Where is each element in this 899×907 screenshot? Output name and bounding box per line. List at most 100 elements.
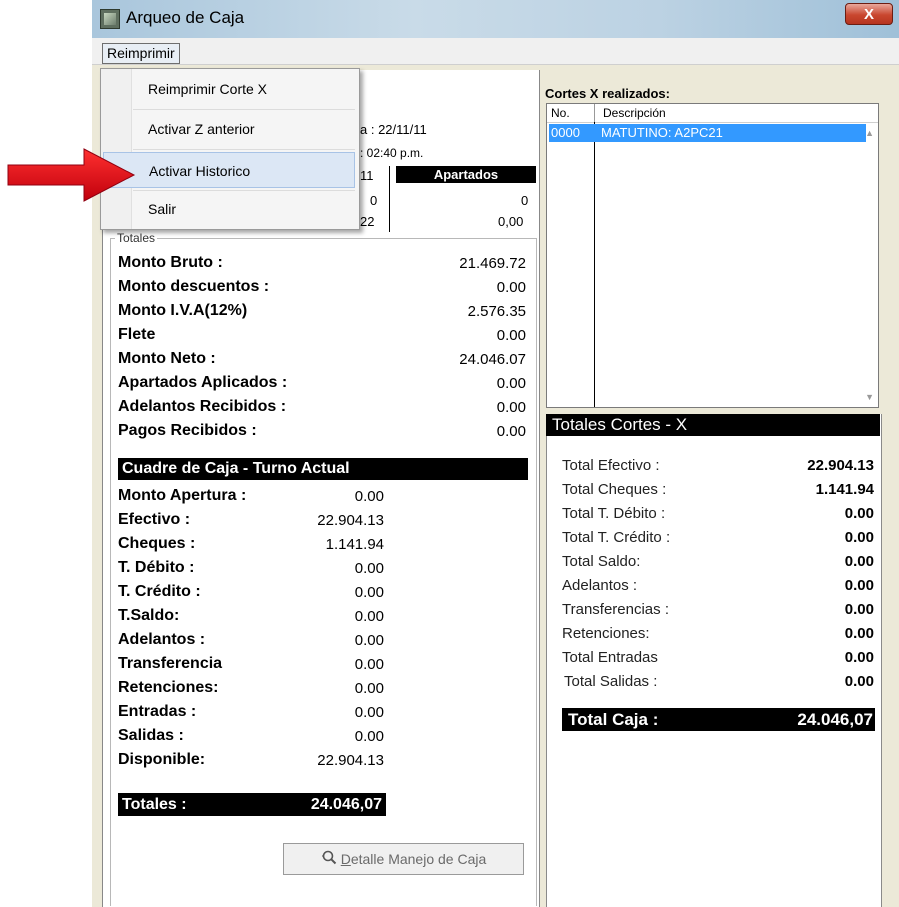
totales-cortes-header: Totales Cortes - X xyxy=(546,414,880,436)
cuadre-totales-value: 24.046,07 xyxy=(310,796,382,813)
cuadre-row: Disponible: xyxy=(118,751,206,768)
tc-label: Transferencias : xyxy=(562,601,669,618)
tc-value: 0.00 xyxy=(844,673,874,690)
col-descripcion[interactable]: Descripción xyxy=(603,106,666,120)
cuadre-row: Cheques : xyxy=(118,535,196,552)
cuadre-row: Efectivo : xyxy=(118,511,191,528)
menu-item-salir[interactable]: Salir xyxy=(103,191,355,227)
totales-value: 0.00 xyxy=(496,327,526,344)
cuadre-value: 0.00 xyxy=(354,584,384,601)
total-caja-value: 24.046,07 xyxy=(797,710,873,729)
row-descripcion: MATUTINO: A2PC21 xyxy=(601,125,723,140)
totales-value: 2.576.35 xyxy=(467,303,526,320)
red-pointer-arrow-icon xyxy=(7,148,136,202)
detalle-label: etalle Manejo de Caja xyxy=(350,851,487,867)
tc-value: 0.00 xyxy=(844,553,874,570)
cuadre-row: Transferencia xyxy=(118,655,223,672)
cuadre-row: T.Saldo: xyxy=(118,607,180,624)
tc-label: Total T. Débito : xyxy=(562,505,666,522)
cuadre-totales-bar: Totales : 24.046,07 xyxy=(118,793,386,816)
close-button[interactable]: X xyxy=(845,3,893,25)
tc-label: Total Entradas xyxy=(562,649,658,666)
cuadre-row: Salidas : xyxy=(118,727,184,744)
detalle-manejo-caja-button[interactable]: Detalle Manejo de Caja xyxy=(283,843,524,875)
cuadre-value: 1.141.94 xyxy=(325,536,384,553)
menu-item-activar-z-anterior[interactable]: Activar Z anterior xyxy=(103,111,355,147)
menu-item-activar-historico[interactable]: Activar Historico xyxy=(103,152,355,188)
column-divider xyxy=(389,166,390,232)
hora-text: : 02:40 p.m. xyxy=(360,146,424,160)
tc-label: Total T. Crédito : xyxy=(562,529,671,546)
cuadre-row: T. Débito : xyxy=(118,559,195,576)
cuadre-header: Cuadre de Caja - Turno Actual xyxy=(118,458,528,480)
title-bar: Arqueo de Caja X xyxy=(92,0,899,38)
totales-legend: Totales xyxy=(115,231,158,245)
fecha-text: a : 22/11/11 xyxy=(360,122,427,137)
magnifier-icon xyxy=(321,845,337,875)
list-item[interactable]: 0000 MATUTINO: A2PC21 xyxy=(549,124,866,142)
scroll-down-icon[interactable]: ▼ xyxy=(865,392,874,402)
totales-value: 0.00 xyxy=(496,423,526,440)
tc-label: Total Salidas : xyxy=(564,673,658,690)
row-fragment-2: 22 xyxy=(360,214,375,229)
cuadre-value: 0.00 xyxy=(354,680,384,697)
total-caja-label: Total Caja : xyxy=(568,710,659,729)
cuadre-value: 0.00 xyxy=(354,560,384,577)
tc-value: 0.00 xyxy=(844,649,874,666)
totales-value: 0.00 xyxy=(496,399,526,416)
menu-separator xyxy=(133,149,355,150)
cuadre-value: 0.00 xyxy=(354,656,384,673)
cuadre-value: 0.00 xyxy=(354,704,384,721)
totales-row: Flete xyxy=(118,326,156,343)
apartados-count: 0 xyxy=(521,193,529,208)
tc-label: Total Cheques : xyxy=(562,481,667,498)
tc-value: 1.141.94 xyxy=(815,481,874,498)
tc-label: Adelantos : xyxy=(562,577,638,594)
tc-label: Total Saldo: xyxy=(562,553,641,570)
col-no[interactable]: No. xyxy=(551,106,570,120)
tc-label: Retenciones: xyxy=(562,625,650,642)
totales-value: 24.046.07 xyxy=(459,351,526,368)
apartados-amount: 0,00 xyxy=(498,214,524,229)
cuadre-value: 0.00 xyxy=(354,632,384,649)
totales-row: Monto Bruto : xyxy=(118,254,223,271)
totales-row: Monto Neto : xyxy=(118,350,216,367)
window-title: Arqueo de Caja xyxy=(126,8,245,27)
cuadre-value: 0.00 xyxy=(354,608,384,625)
totales-row: Apartados Aplicados : xyxy=(118,374,288,391)
app-icon xyxy=(100,9,120,29)
cuadre-value: 0.00 xyxy=(354,488,384,505)
apartados-header: Apartados xyxy=(396,166,536,183)
cuadre-row: Monto Apertura : xyxy=(118,487,247,504)
scroll-up-icon[interactable]: ▲ xyxy=(865,128,874,138)
menu-separator xyxy=(133,109,355,110)
column-fragment: 11 xyxy=(360,168,374,183)
listview-header: No. Descripción xyxy=(547,104,878,123)
tc-value: 22.904.13 xyxy=(807,457,874,474)
menu-reimprimir[interactable]: Reimprimir xyxy=(102,43,180,64)
cortes-title: Cortes X realizados: xyxy=(545,86,670,101)
totales-row: Adelantos Recibidos : xyxy=(118,398,287,415)
cuadre-row: Retenciones: xyxy=(118,679,219,696)
menu-item-reimprimir-corte-x[interactable]: Reimprimir Corte X xyxy=(103,71,355,107)
tc-value: 0.00 xyxy=(844,601,874,618)
totales-row: Pagos Recibidos : xyxy=(118,422,257,439)
cuadre-value: 22.904.13 xyxy=(317,752,384,769)
tc-label: Total Efectivo : xyxy=(562,457,660,474)
cuadre-value: 0.00 xyxy=(354,728,384,745)
cortes-listview[interactable]: No. Descripción 0000 MATUTINO: A2PC21 ▲ … xyxy=(546,103,879,408)
totales-value: 0.00 xyxy=(496,279,526,296)
tc-value: 0.00 xyxy=(844,529,874,546)
tc-value: 0.00 xyxy=(844,577,874,594)
cuadre-row: Entradas : xyxy=(118,703,197,720)
totales-value: 0.00 xyxy=(496,375,526,392)
row-fragment-1: 0 xyxy=(370,193,378,208)
row-no: 0000 xyxy=(551,125,580,140)
cuadre-row: Adelantos : xyxy=(118,631,206,648)
total-caja-bar: Total Caja : 24.046,07 xyxy=(562,708,875,731)
totales-value: 21.469.72 xyxy=(459,255,526,272)
tc-value: 0.00 xyxy=(844,625,874,642)
menu-bar: Reimprimir xyxy=(92,38,899,65)
totales-row: Monto descuentos : xyxy=(118,278,270,295)
cuadre-totales-label: Totales : xyxy=(122,796,187,813)
